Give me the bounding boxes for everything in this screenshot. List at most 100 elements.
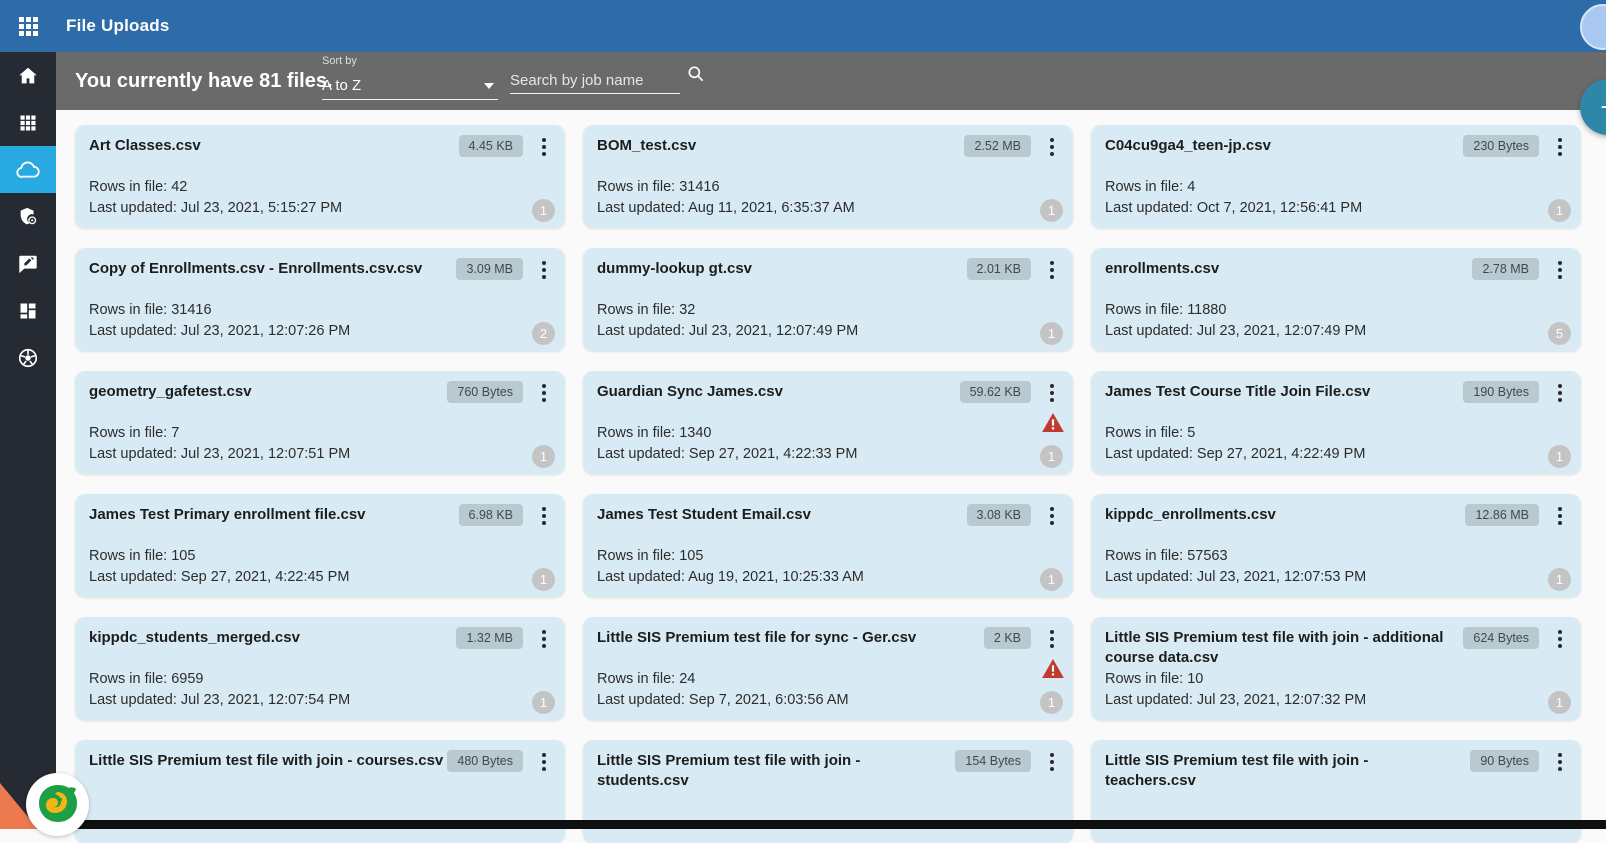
file-size-chip: 3.08 KB <box>967 504 1031 526</box>
file-size-chip: 230 Bytes <box>1463 135 1539 157</box>
file-rows: Rows in file: 7 <box>89 423 350 445</box>
apps-menu-button[interactable] <box>0 0 56 52</box>
wheel-icon <box>17 347 39 369</box>
file-meta: Rows in file: 10 Last updated: Jul 23, 2… <box>1105 669 1366 713</box>
file-updated: Last updated: Aug 19, 2021, 10:25:33 AM <box>597 567 864 589</box>
sort-by-label: Sort by <box>322 55 498 67</box>
version-badge: 1 <box>1040 691 1063 714</box>
file-rows: Rows in file: 10 <box>1105 669 1366 691</box>
sidebar-item-file-uploads[interactable] <box>0 146 56 193</box>
file-card[interactable]: geometry_gafetest.csv 760 Bytes Rows in … <box>75 371 565 474</box>
kebab-menu-icon[interactable] <box>535 258 553 282</box>
version-badge: 1 <box>1040 199 1063 222</box>
file-card[interactable]: kippdc_enrollments.csv 12.86 MB Rows in … <box>1091 494 1581 597</box>
kebab-menu-icon[interactable] <box>1043 135 1061 159</box>
kebab-menu-icon[interactable] <box>535 627 553 651</box>
file-size-chip: 2.78 MB <box>1472 258 1539 280</box>
file-card[interactable]: James Test Primary enrollment file.csv 6… <box>75 494 565 597</box>
kebab-menu-icon[interactable] <box>1551 381 1569 405</box>
kebab-menu-icon[interactable] <box>1043 627 1061 651</box>
search-input[interactable] <box>510 68 680 94</box>
file-card[interactable]: James Test Course Title Join File.csv 19… <box>1091 371 1581 474</box>
kebab-menu-icon[interactable] <box>535 504 553 528</box>
file-name: Little SIS Premium test file with join -… <box>1105 628 1460 669</box>
sidebar-item-wheel[interactable] <box>0 334 56 381</box>
sort-by-select[interactable]: A to Z <box>322 72 498 100</box>
file-size-chip: 59.62 KB <box>960 381 1031 403</box>
file-size-chip: 4.45 KB <box>459 135 523 157</box>
file-card[interactable]: Little SIS Premium test file for sync - … <box>583 617 1073 720</box>
kebab-menu-icon[interactable] <box>535 750 553 774</box>
version-badge: 1 <box>1040 568 1063 591</box>
plus-icon: + <box>1600 92 1606 123</box>
kebab-menu-icon[interactable] <box>1043 504 1061 528</box>
file-rows: Rows in file: 105 <box>597 546 864 568</box>
file-updated: Last updated: Sep 27, 2021, 4:22:49 PM <box>1105 444 1365 466</box>
sidebar-item-home[interactable] <box>0 52 56 99</box>
file-rows: Rows in file: 31416 <box>597 177 855 199</box>
file-size-chip: 624 Bytes <box>1463 627 1539 649</box>
file-name: James Test Course Title Join File.csv <box>1105 382 1370 402</box>
kebab-menu-icon[interactable] <box>1551 258 1569 282</box>
version-badge: 1 <box>1040 445 1063 468</box>
kebab-menu-icon[interactable] <box>535 135 553 159</box>
file-name: Little SIS Premium test file for sync - … <box>597 628 916 648</box>
sort-by-group: Sort by A to Z <box>322 55 498 100</box>
file-name: dummy-lookup gt.csv <box>597 259 752 279</box>
file-name: geometry_gafetest.csv <box>89 382 252 402</box>
kebab-menu-icon[interactable] <box>1551 627 1569 651</box>
file-size-chip: 190 Bytes <box>1463 381 1539 403</box>
file-size-chip: 2.01 KB <box>967 258 1031 280</box>
littlesis-duck-logo <box>26 773 89 836</box>
file-meta: Rows in file: 31416 Last updated: Aug 11… <box>597 177 855 221</box>
file-size-chip: 12.86 MB <box>1465 504 1539 526</box>
file-count-text: You currently have 81 files. <box>75 70 333 93</box>
sidebar-item-apps[interactable] <box>0 99 56 146</box>
file-card[interactable]: Little SIS Premium test file with join -… <box>1091 617 1581 720</box>
version-badge: 2 <box>532 322 555 345</box>
file-name: enrollments.csv <box>1105 259 1219 279</box>
sidebar-item-dashboards[interactable] <box>0 287 56 334</box>
file-card[interactable]: Guardian Sync James.csv 59.62 KB Rows in… <box>583 371 1073 474</box>
file-updated: Last updated: Jul 23, 2021, 12:07:51 PM <box>89 444 350 466</box>
version-badge: 1 <box>1040 322 1063 345</box>
kebab-menu-icon[interactable] <box>1043 750 1061 774</box>
file-card[interactable]: James Test Student Email.csv 3.08 KB Row… <box>583 494 1073 597</box>
file-meta: Rows in file: 57563 Last updated: Jul 23… <box>1105 546 1366 590</box>
sidebar-item-admin[interactable] <box>0 193 56 240</box>
kebab-menu-icon[interactable] <box>535 381 553 405</box>
toolbar: You currently have 81 files. Sort by A t… <box>56 52 1606 110</box>
file-card[interactable]: kippdc_students_merged.csv 1.32 MB Rows … <box>75 617 565 720</box>
kebab-menu-icon[interactable] <box>1551 504 1569 528</box>
kebab-menu-icon[interactable] <box>1043 258 1061 282</box>
version-badge: 1 <box>532 199 555 222</box>
file-card[interactable]: C04cu9ga4_teen-jp.csv 230 Bytes Rows in … <box>1091 125 1581 228</box>
search-icon[interactable] <box>686 64 706 89</box>
file-size-chip: 2 KB <box>984 627 1031 649</box>
file-card[interactable]: Copy of Enrollments.csv - Enrollments.cs… <box>75 248 565 351</box>
file-name: James Test Primary enrollment file.csv <box>89 505 366 525</box>
version-badge: 1 <box>532 691 555 714</box>
file-card[interactable]: dummy-lookup gt.csv 2.01 KB Rows in file… <box>583 248 1073 351</box>
kebab-menu-icon[interactable] <box>1551 135 1569 159</box>
apps-grid-icon <box>18 113 38 133</box>
file-meta: Rows in file: 1340 Last updated: Sep 27,… <box>597 423 857 467</box>
file-card[interactable]: Art Classes.csv 4.45 KB Rows in file: 42… <box>75 125 565 228</box>
kebab-menu-icon[interactable] <box>1551 750 1569 774</box>
file-rows: Rows in file: 1340 <box>597 423 857 445</box>
file-card[interactable]: BOM_test.csv 2.52 MB Rows in file: 31416… <box>583 125 1073 228</box>
file-updated: Last updated: Jul 23, 2021, 12:07:54 PM <box>89 690 350 712</box>
file-rows: Rows in file: 11880 <box>1105 300 1366 322</box>
file-name: BOM_test.csv <box>597 136 696 156</box>
file-rows: Rows in file: 24 <box>597 669 849 691</box>
version-badge: 1 <box>1548 691 1571 714</box>
file-meta: Rows in file: 24 Last updated: Sep 7, 20… <box>597 669 849 713</box>
chevron-down-icon <box>484 83 494 89</box>
kebab-menu-icon[interactable] <box>1043 381 1061 405</box>
file-card[interactable]: enrollments.csv 2.78 MB Rows in file: 11… <box>1091 248 1581 351</box>
file-name: Art Classes.csv <box>89 136 201 156</box>
version-badge: 5 <box>1548 322 1571 345</box>
file-updated: Last updated: Jul 23, 2021, 12:07:53 PM <box>1105 567 1366 589</box>
sidebar-item-feedback[interactable] <box>0 240 56 287</box>
file-rows: Rows in file: 6959 <box>89 669 350 691</box>
